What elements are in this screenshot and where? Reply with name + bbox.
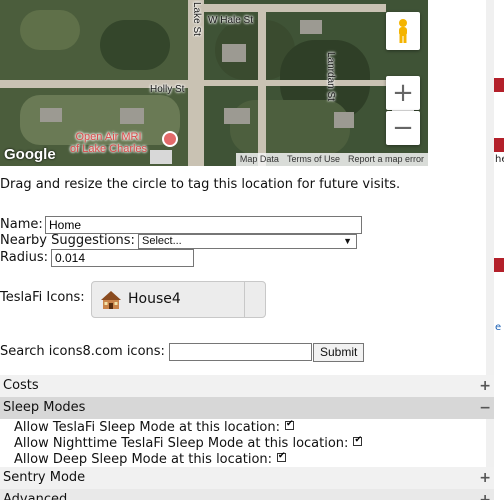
instructions-text: Drag and resize the circle to tag this l… <box>0 177 401 192</box>
map-data-link[interactable]: Map Data <box>236 153 283 166</box>
sleep-option-checkbox[interactable] <box>353 435 363 446</box>
zoom-in-button[interactable]: + <box>386 76 420 110</box>
submit-button[interactable]: Submit <box>313 343 365 362</box>
collapse-minus-icon: − <box>479 400 491 416</box>
dropdown-caret-icon: ▼ <box>343 236 352 246</box>
expand-plus-icon: + <box>479 492 491 500</box>
sleep-option-checkbox[interactable] <box>277 451 287 462</box>
terms-of-use-link[interactable]: Terms of Use <box>283 153 344 166</box>
radius-input[interactable]: 0.014 <box>51 249 194 267</box>
sleep-option-nighttime: Allow Nighttime TeslaFi Sleep Mode at th… <box>14 435 363 451</box>
street-label-holly: Holly St <box>150 84 185 95</box>
sleep-option-checkbox[interactable] <box>285 419 294 430</box>
nearby-suggestions-select[interactable]: Select... ▼ <box>138 234 357 249</box>
section-advanced-title: Advanced <box>3 492 68 500</box>
gutter-marker <box>494 258 504 272</box>
sleep-option-deep: Allow Deep Sleep Mode at this location: <box>14 451 287 467</box>
teslafi-icon-picker[interactable]: House4 <box>91 281 266 318</box>
name-input[interactable]: Home <box>45 216 362 234</box>
section-costs-header[interactable]: Costs + <box>0 375 494 397</box>
sleep-option-label: Allow Deep Sleep Mode at this location: <box>14 452 273 467</box>
expand-plus-icon: + <box>479 378 491 394</box>
sleep-option-teslafi: Allow TeslaFi Sleep Mode at this locatio… <box>14 419 294 435</box>
section-sleep-modes-title: Sleep Modes <box>3 400 86 415</box>
poi-marker-icon[interactable] <box>162 131 178 147</box>
house-icon <box>101 291 121 309</box>
section-sleep-modes-header[interactable]: Sleep Modes − <box>0 397 494 419</box>
zoom-out-button[interactable]: − <box>386 111 420 145</box>
map-attribution: Map Data Terms of Use Report a map error <box>235 153 428 166</box>
plus-icon: + <box>392 78 414 108</box>
radius-label: Radius: <box>0 250 48 265</box>
report-map-error-link[interactable]: Report a map error <box>344 153 428 166</box>
name-label: Name: <box>0 217 43 232</box>
map-view[interactable]: W Hale St Lake St Holly St Lanrdan St Op… <box>0 0 428 166</box>
gutter-marker <box>494 138 504 152</box>
gutter-text: e <box>495 322 502 333</box>
google-logo: Google <box>4 146 56 163</box>
street-view-pegman-button[interactable] <box>386 12 420 50</box>
selected-icon-label: House4 <box>128 291 181 307</box>
street-label-w-hale: W Hale St <box>208 15 254 26</box>
gutter-marker <box>494 78 504 92</box>
right-gutter: he e <box>494 0 504 500</box>
page-scrollbar[interactable] <box>486 0 494 500</box>
teslafi-icons-label: TeslaFi Icons: <box>0 290 85 305</box>
sleep-option-label: Allow Nighttime TeslaFi Sleep Mode at th… <box>14 436 349 451</box>
section-advanced-header[interactable]: Advanced + <box>0 489 494 500</box>
section-costs-title: Costs <box>3 378 39 393</box>
nearby-suggestions-value: Select... <box>142 235 182 247</box>
gutter-text: he <box>495 154 504 165</box>
search-icons-label: Search icons8.com icons: <box>0 344 165 359</box>
section-sentry-mode-header[interactable]: Sentry Mode + <box>0 467 494 489</box>
poi-label[interactable]: Open Air MRI of Lake Charles <box>70 131 147 155</box>
street-label-lake: Lake St <box>191 2 202 36</box>
search-icons-input[interactable] <box>169 343 312 361</box>
nearby-suggestions-label: Nearby Suggestions: <box>0 233 135 248</box>
section-sentry-mode-title: Sentry Mode <box>3 470 86 485</box>
sleep-option-label: Allow TeslaFi Sleep Mode at this locatio… <box>14 420 280 435</box>
street-label-lanrdan: Lanrdan St <box>325 52 336 101</box>
picker-divider <box>244 282 245 317</box>
expand-plus-icon: + <box>479 470 491 486</box>
pegman-icon <box>399 19 407 43</box>
minus-icon: − <box>392 113 414 143</box>
